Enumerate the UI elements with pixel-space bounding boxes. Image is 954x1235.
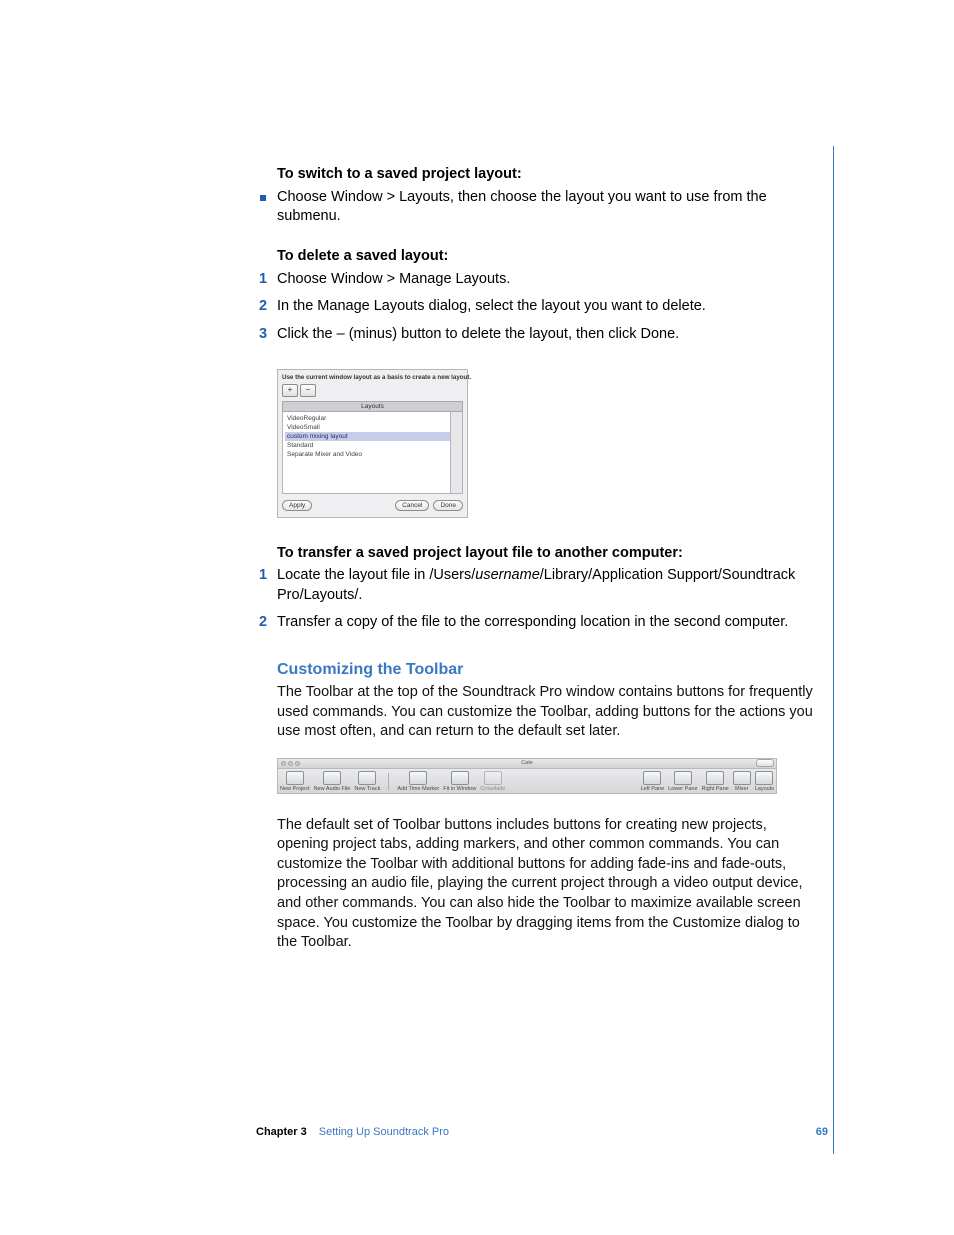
lower-pane-icon: [674, 771, 692, 785]
step-row: 1 Locate the layout file in /Users/usern…: [259, 566, 817, 605]
step-number: 1: [259, 566, 277, 586]
paragraph: The default set of Toolbar buttons inclu…: [277, 816, 817, 953]
toolbar-item-add-marker[interactable]: Add Time Marker: [397, 771, 439, 792]
toolbar-toggle-button[interactable]: [756, 759, 774, 767]
toolbar-label: New Project: [280, 786, 310, 792]
dialog-caption: Use the current window layout as a basis…: [282, 374, 463, 381]
toolbar-item-crossfade[interactable]: Crossfade: [480, 771, 505, 792]
bullet-row: Choose Window > Layouts, then choose the…: [259, 188, 817, 227]
margin-rule: [833, 146, 834, 1154]
list-item[interactable]: Separate Mixer and Video: [285, 450, 460, 459]
marker-icon: [409, 771, 427, 785]
toolbar-label: Add Time Marker: [397, 786, 439, 792]
plus-icon: +: [288, 386, 293, 394]
toolbar-item-left-pane[interactable]: Left Pane: [641, 771, 665, 792]
page: To switch to a saved project layout: Cho…: [0, 0, 954, 1235]
apply-button[interactable]: Apply: [282, 500, 312, 511]
new-project-icon: [286, 771, 304, 785]
step-number: 1: [259, 270, 277, 290]
step-row: 1 Choose Window > Manage Layouts.: [259, 270, 817, 290]
step-text: Choose Window > Manage Layouts.: [277, 270, 817, 290]
manage-layouts-dialog: Use the current window layout as a basis…: [277, 369, 468, 518]
toolbar-label: Layouts: [755, 786, 774, 792]
toolbar-item-lower-pane[interactable]: Lower Pane: [668, 771, 697, 792]
step-text: Transfer a copy of the file to the corre…: [277, 613, 817, 633]
list-item[interactable]: Standard: [285, 441, 460, 450]
toolbar-label: Lower Pane: [668, 786, 697, 792]
heading-transfer: To transfer a saved project layout file …: [277, 544, 817, 563]
step-text: Click the – (minus) button to delete the…: [277, 325, 817, 345]
remove-layout-button[interactable]: −: [300, 384, 316, 397]
left-pane-icon: [643, 771, 661, 785]
step-text: In the Manage Layouts dialog, select the…: [277, 297, 817, 317]
step-text: Locate the layout file in /Users/usernam…: [277, 566, 817, 605]
toolbar-label: Left Pane: [641, 786, 665, 792]
toolbar-label: New Track: [354, 786, 380, 792]
heading-delete: To delete a saved layout:: [277, 247, 817, 266]
new-audio-icon: [323, 771, 341, 785]
toolbar-item-layouts[interactable]: Layouts: [755, 771, 774, 792]
fit-window-icon: [451, 771, 469, 785]
path-prefix: Locate the layout file in /Users/: [277, 567, 475, 583]
add-layout-button[interactable]: +: [282, 384, 298, 397]
scrollbar[interactable]: [450, 412, 462, 493]
minus-icon: −: [306, 386, 311, 394]
separator: [388, 773, 389, 790]
heading-customize: Customizing the Toolbar: [277, 661, 817, 679]
toolbar-right-group: Left Pane Lower Pane Right Pane Mixer La…: [641, 771, 774, 792]
new-track-icon: [358, 771, 376, 785]
toolbar-item-new-project[interactable]: New Project: [280, 771, 310, 792]
list-item[interactable]: VideoSmall: [285, 423, 460, 432]
toolbar: New Project New Audio File New Track Add…: [277, 768, 777, 794]
toolbar-item-fit-window[interactable]: Fit in Window: [443, 771, 476, 792]
dialog-button-row: + −: [282, 384, 463, 397]
toolbar-item-right-pane[interactable]: Right Pane: [702, 771, 729, 792]
page-number: 69: [816, 1126, 828, 1138]
step-number: 2: [259, 613, 277, 633]
step-number: 3: [259, 325, 277, 345]
toolbar-item-mixer[interactable]: Mixer: [733, 771, 751, 792]
chapter-title: Setting Up Soundtrack Pro: [319, 1126, 449, 1138]
step-row: 2 In the Manage Layouts dialog, select t…: [259, 297, 817, 317]
done-button[interactable]: Done: [433, 500, 463, 511]
step-row: 3 Click the – (minus) button to delete t…: [259, 325, 817, 345]
bullet-text: Choose Window > Layouts, then choose the…: [277, 188, 817, 227]
toolbar-label: New Audio File: [314, 786, 351, 792]
window-title: Cate: [278, 760, 776, 766]
toolbar-figure: Cate New Project New Audio File New Trac…: [277, 758, 777, 794]
right-pane-icon: [706, 771, 724, 785]
toolbar-left-group: New Project New Audio File New Track Add…: [280, 771, 505, 792]
crossfade-icon: [484, 771, 502, 785]
content-area: To switch to a saved project layout: Cho…: [277, 165, 817, 953]
list-item[interactable]: VideoRegular: [285, 414, 460, 423]
bullet-marker: [259, 188, 277, 201]
heading-switch: To switch to a saved project layout:: [277, 165, 817, 184]
dialog-list[interactable]: VideoRegular VideoSmall custom mixing la…: [282, 412, 463, 494]
toolbar-item-new-audio[interactable]: New Audio File: [314, 771, 351, 792]
step-number: 2: [259, 297, 277, 317]
path-username: username: [475, 567, 539, 583]
dialog-column-header: Layouts: [282, 401, 463, 412]
toolbar-label: Right Pane: [702, 786, 729, 792]
toolbar-label: Fit in Window: [443, 786, 476, 792]
paragraph: The Toolbar at the top of the Soundtrack…: [277, 683, 817, 742]
list-item-selected[interactable]: custom mixing layout: [285, 432, 460, 441]
chapter-label: Chapter 3: [256, 1126, 307, 1138]
mixer-icon: [733, 771, 751, 785]
step-row: 2 Transfer a copy of the file to the cor…: [259, 613, 817, 633]
window-titlebar: Cate: [277, 758, 777, 768]
dialog-footer: Apply Cancel Done: [282, 500, 463, 511]
cancel-button[interactable]: Cancel: [395, 500, 429, 511]
toolbar-label: Crossfade: [480, 786, 505, 792]
layouts-icon: [755, 771, 773, 785]
toolbar-item-new-track[interactable]: New Track: [354, 771, 380, 792]
toolbar-label: Mixer: [735, 786, 748, 792]
page-footer: Chapter 3 Setting Up Soundtrack Pro 69: [256, 1126, 828, 1138]
